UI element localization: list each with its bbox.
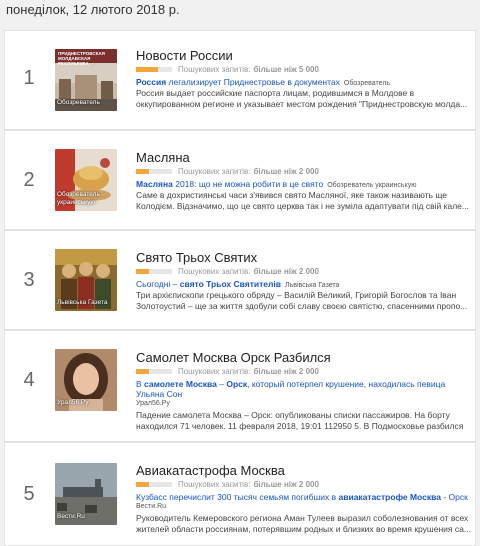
article-title-part: – <box>216 379 227 389</box>
rank-number: 2 <box>23 169 35 191</box>
article-link[interactable]: Кузбасс перечислит 300 тысяч семьям поги… <box>136 492 472 502</box>
article-title-part: авиакатастрофе Москва <box>338 492 441 502</box>
volume-label: Пошукових запитів: <box>178 266 251 276</box>
rank-number: 4 <box>23 369 35 391</box>
date-header: понеділок, 12 лютого 2018 р. <box>6 2 180 17</box>
thumbnail-image[interactable]: Обозреватель украинськую <box>55 149 117 211</box>
volume-bar <box>136 368 172 374</box>
article-source: Обозреватель украинськую <box>327 182 417 189</box>
rank-number: 5 <box>23 483 35 505</box>
article-title-part: Сьогодні – <box>136 279 180 289</box>
article-title-part: легализирует Приднестровье в документах <box>166 77 340 87</box>
search-volume: Пошукових запитів: більше ніж 2 000 <box>136 479 319 489</box>
article-title-part: Орск <box>226 379 248 389</box>
volume-value: більше ніж 2 000 <box>253 479 319 489</box>
volume-bar-fill <box>136 268 149 274</box>
article-title-part: Россия <box>136 77 167 87</box>
article-title-part: Кузбасс перечислит 300 тысяч семьям поги… <box>136 492 339 502</box>
search-volume: Пошукових запитів: більше ніж 2 000 <box>136 266 319 276</box>
article-source: Обозреватель <box>343 80 391 87</box>
thumbnail-caption: Урал56.Ру <box>57 399 89 406</box>
volume-value: більше ніж 2 000 <box>253 366 319 376</box>
article-snippet: Три архієпископи грецького обряду – Васи… <box>136 290 468 311</box>
trend-card[interactable]: 5 Вести.Ru Авиакатастрофа Москва Пошуков… <box>4 442 476 546</box>
volume-label: Пошукових запитів: <box>178 479 251 489</box>
volume-value: більше ніж 5 000 <box>253 64 319 74</box>
article-snippet: Падение самолета Москва – Орск: опублико… <box>136 410 464 431</box>
thumbnail-image[interactable]: ПРИДНЕСТРОВСКАЯ МОЛДАВСКАЯ РЕСПУБЛИКА Об… <box>55 49 117 111</box>
thumbnail-caption: Вести.Ru <box>57 513 85 520</box>
volume-bar <box>136 268 172 274</box>
trend-card[interactable]: 3 Львівська Газета Свято Трьох Святих По… <box>4 230 476 330</box>
volume-bar <box>136 168 172 174</box>
volume-value: більше ніж 2 000 <box>253 166 319 176</box>
article-source: Львівська Газета <box>285 282 340 289</box>
article-source: Урал56.Ру <box>136 400 170 407</box>
thumbnail-top-text: ПРИДНЕСТРОВСКАЯ МОЛДАВСКАЯ РЕСПУБЛИКА <box>58 51 105 66</box>
search-volume: Пошукових запитів: більше ніж 2 000 <box>136 166 319 176</box>
volume-label: Пошукових запитів: <box>178 366 251 376</box>
volume-label: Пошукових запитів: <box>178 166 251 176</box>
thumbnail-image[interactable]: Урал56.Ру <box>55 349 117 411</box>
thumbnail-caption: Львівська Газета <box>57 299 108 306</box>
thumbnail-image[interactable]: Львівська Газета <box>55 249 117 311</box>
trend-title[interactable]: Новости России <box>136 48 233 63</box>
article-title-part: самолете Москва <box>144 379 217 389</box>
article-link[interactable]: В самолете Москва – Орск, который потерп… <box>136 379 472 399</box>
article-title-part: В <box>136 379 145 389</box>
article-title-part: - Орск <box>440 492 468 502</box>
volume-bar <box>136 481 172 487</box>
volume-value: більше ніж 2 000 <box>253 266 319 276</box>
rank-number: 3 <box>23 269 35 291</box>
article-title-part: свято Трьох Святителів <box>179 279 281 289</box>
trend-title[interactable]: Авиакатастрофа Москва <box>136 463 285 478</box>
trend-title[interactable]: Самолет Москва Орск Разбился <box>136 350 331 365</box>
trend-title[interactable]: Свято Трьох Святих <box>136 250 257 265</box>
article-source: Вести.Ru <box>136 503 167 510</box>
thumbnail-image[interactable]: Вести.Ru <box>55 463 117 525</box>
rank-number: 1 <box>23 67 35 89</box>
thumbnail-caption: Обозреватель <box>57 99 100 106</box>
article-snippet: Россия выдает российские паспорта лицам,… <box>136 88 468 109</box>
volume-bar-fill <box>136 66 158 72</box>
volume-bar-fill <box>136 368 149 374</box>
volume-bar <box>136 66 172 72</box>
volume-label: Пошукових запитів: <box>178 64 251 74</box>
search-volume: Пошукових запитів: більше ніж 2 000 <box>136 366 319 376</box>
article-title-part: Масляна <box>136 179 173 189</box>
trend-title[interactable]: Масляна <box>136 150 190 165</box>
article-title-part: 2018: що не можна робити в це свято <box>172 179 324 189</box>
trend-card[interactable]: 1 ПРИДНЕСТРОВСКАЯ МОЛДАВСКАЯ РЕСПУБЛИКА … <box>4 30 476 130</box>
article-snippet: Руководитель Кемеровского региона Аман Т… <box>136 513 471 534</box>
volume-bar-fill <box>136 481 149 487</box>
trend-card[interactable]: 2 Обозреватель украинськую Масляна Пошук… <box>4 130 476 230</box>
search-volume: Пошукових запитів: більше ніж 5 000 <box>136 64 319 74</box>
article-snippet: Саме в дохристиянські часи з'явився свят… <box>136 190 469 211</box>
thumbnail-caption: Обозреватель украинськую <box>57 191 100 206</box>
volume-bar-fill <box>136 168 149 174</box>
trend-card[interactable]: 4 Урал56.Ру Самолет Москва Орск Разбился… <box>4 330 476 442</box>
